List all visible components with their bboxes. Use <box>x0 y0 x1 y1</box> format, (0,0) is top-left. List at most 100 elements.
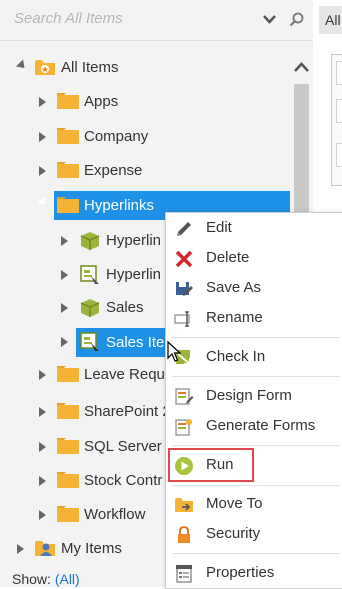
folder-icon <box>57 438 79 454</box>
menu-separator <box>172 553 340 554</box>
tree-item-my-items[interactable]: My Items <box>0 534 165 564</box>
tree-item-label: Hyperlin <box>106 232 162 249</box>
folder-icon <box>57 197 79 213</box>
menu-item-label: Properties <box>206 564 275 581</box>
tree-item-sales[interactable]: Sales <box>0 293 165 323</box>
tree-item-label: Expense <box>84 162 143 179</box>
folder-icon <box>57 366 79 382</box>
mouse-cursor-icon <box>167 341 181 362</box>
menu-item-label: Design Form <box>206 387 292 404</box>
save-as-icon <box>176 282 193 296</box>
tree-item-expense[interactable]: Expense <box>0 156 292 186</box>
tree-item-sql-server[interactable]: SQL Server <box>0 432 165 462</box>
tree-item-sharepoint[interactable]: SharePoint 2 <box>0 397 171 427</box>
tree-item-all-items[interactable]: All Items <box>0 53 292 83</box>
expand-arrow-icon[interactable] <box>39 97 46 107</box>
show-filter-link[interactable]: (All) <box>55 571 80 587</box>
field-box <box>336 61 342 85</box>
tree-item-label: All Items <box>61 59 119 76</box>
menu-item-move-to[interactable]: Move To <box>166 489 342 519</box>
folder-icon <box>57 128 79 144</box>
menu-separator <box>172 337 340 338</box>
menu-item-delete[interactable]: Delete <box>166 243 342 273</box>
tree-item-sales-item[interactable]: Sales Ite <box>61 328 165 357</box>
folder-icon <box>57 506 79 522</box>
all-items-icon <box>35 60 55 75</box>
tree-item-label: SQL Server <box>84 438 162 455</box>
menu-item-generate-forms[interactable]: Generate Forms <box>166 411 342 441</box>
run-highlight-box <box>168 448 254 482</box>
smartobject-icon <box>80 299 100 317</box>
tree-item-workflow[interactable]: Workflow <box>0 500 165 530</box>
expand-arrow-icon[interactable] <box>39 166 46 176</box>
menu-item-label: Rename <box>206 309 263 326</box>
expand-arrow-icon[interactable] <box>17 544 24 554</box>
tree-item-label: Apps <box>84 93 119 110</box>
menu-item-save-as[interactable]: Save As <box>166 273 342 303</box>
expand-arrow-icon[interactable] <box>15 59 29 72</box>
tree-item-hyperlink-form[interactable]: Hyperlin <box>0 260 165 290</box>
menu-item-label: Edit <box>206 219 232 236</box>
tree-item-company[interactable]: Company <box>0 122 292 152</box>
menu-item-label: Security <box>206 525 261 542</box>
menu-item-label: Move To <box>206 495 263 512</box>
rename-icon <box>174 311 190 327</box>
my-items-icon <box>35 541 55 556</box>
tree-item-leave-request[interactable]: Leave Reque <box>0 360 173 390</box>
pencil-icon <box>177 222 191 236</box>
expand-arrow-icon[interactable] <box>39 510 46 520</box>
properties-panel <box>331 54 342 186</box>
tree-item-label: Sales <box>106 299 144 316</box>
menu-separator <box>172 376 340 377</box>
lock-icon <box>178 525 190 543</box>
tree-item-hyperlink-app[interactable]: Hyperlin <box>0 226 165 256</box>
menu-item-label: Delete <box>206 249 250 266</box>
menu-separator <box>172 445 340 446</box>
tree-item-label: Hyperlinks <box>84 197 155 214</box>
expand-arrow-icon[interactable] <box>61 270 68 280</box>
folder-icon <box>57 403 79 419</box>
expand-arrow-icon[interactable] <box>61 303 68 313</box>
menu-item-rename[interactable]: Rename <box>166 303 342 333</box>
folder-icon <box>57 472 79 488</box>
tree-item-label: Hyperlin <box>106 266 162 283</box>
expand-arrow-icon[interactable] <box>61 236 68 246</box>
tree-item-label: Sales Ite <box>106 334 165 351</box>
tab-all[interactable]: All <box>319 6 342 34</box>
menu-item-label: Check In <box>206 348 266 365</box>
collapse-arrow-icon[interactable] <box>36 196 50 209</box>
menu-item-properties[interactable]: Properties <box>166 558 342 588</box>
expand-arrow-icon[interactable] <box>39 442 46 452</box>
chevron-down-icon[interactable] <box>262 12 277 27</box>
scroll-thumb[interactable] <box>294 84 309 214</box>
form-icon <box>80 332 99 351</box>
field-box <box>336 99 342 123</box>
expand-arrow-icon[interactable] <box>61 337 68 347</box>
search-input[interactable] <box>14 10 254 27</box>
scroll-up-icon[interactable] <box>292 57 311 77</box>
folder-icon <box>57 93 79 109</box>
tree-item-label: Workflow <box>84 506 146 523</box>
menu-item-label: Save As <box>206 279 262 296</box>
search-icon[interactable] <box>289 12 304 27</box>
tree-item-label: Leave Reque <box>84 366 174 383</box>
expand-arrow-icon[interactable] <box>39 476 46 486</box>
menu-item-design-form[interactable]: Design Form <box>166 381 342 411</box>
tree-item-apps[interactable]: Apps <box>0 87 292 117</box>
show-filter: Show: (All) <box>12 571 80 587</box>
expand-arrow-icon[interactable] <box>39 407 46 417</box>
menu-item-security[interactable]: Security <box>166 519 342 549</box>
tree-item-label: Stock Contr <box>84 472 163 489</box>
properties-icon <box>176 565 192 583</box>
tree-item-label: My Items <box>61 540 122 557</box>
expand-arrow-icon[interactable] <box>39 370 46 380</box>
menu-item-label: Generate Forms <box>206 417 316 434</box>
move-to-icon <box>175 498 193 512</box>
menu-item-check-in[interactable]: Check In <box>166 342 342 372</box>
expand-arrow-icon[interactable] <box>39 132 46 142</box>
tree-item-stock-control[interactable]: Stock Contr <box>0 466 165 496</box>
design-form-icon <box>175 388 194 405</box>
search-bar <box>0 0 313 41</box>
menu-item-edit[interactable]: Edit <box>166 213 342 243</box>
show-label: Show: <box>12 571 51 587</box>
